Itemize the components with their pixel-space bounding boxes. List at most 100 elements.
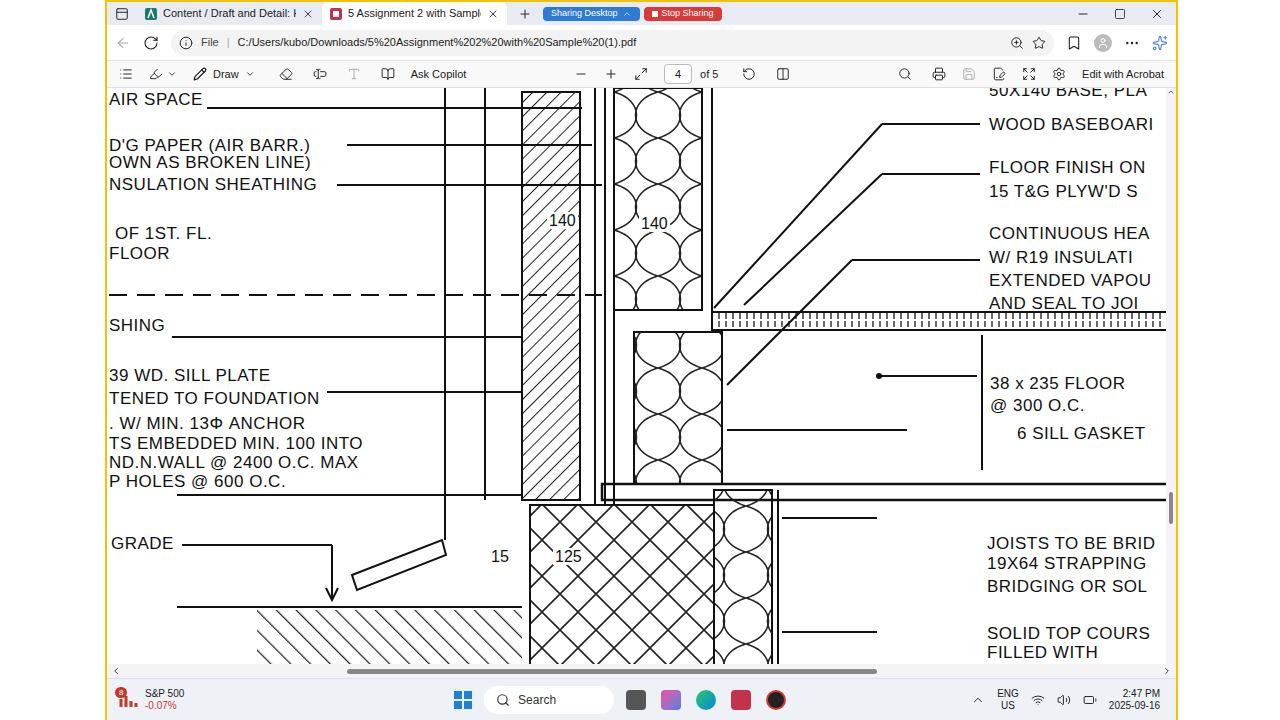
ask-copilot-button[interactable]: Ask Copilot — [411, 66, 467, 83]
zoom-icon[interactable] — [1010, 36, 1024, 50]
drawing-label: SHING — [109, 317, 165, 335]
acrobat-icon[interactable] — [731, 690, 751, 710]
drawing-label: . W/ MIN. 13Φ ANCHOR — [109, 415, 305, 433]
search-box[interactable]: Search — [484, 686, 614, 714]
drawing-label: TS EMBEDDED MIN. 100 INTO — [109, 435, 363, 453]
draw-button[interactable]: Draw — [193, 66, 255, 83]
draw-icon — [193, 67, 207, 81]
eraser-icon[interactable] — [279, 67, 293, 81]
drawing-label: JOISTS TO BE BRID — [987, 535, 1155, 553]
sharing-indicator[interactable]: Sharing Desktop — [543, 7, 640, 21]
battery-icon[interactable] — [1083, 693, 1097, 707]
profile-icon[interactable] — [1094, 34, 1112, 52]
app-icon[interactable] — [626, 690, 646, 710]
volume-icon[interactable] — [1057, 693, 1071, 707]
taskbar: 8S&P 500-0.07% Search ENGUS 2:47 PM2025-09-… — [107, 678, 1176, 720]
fit-page-icon[interactable] — [634, 67, 648, 81]
edge-icon[interactable] — [696, 690, 716, 710]
drawing-label: CONTINUOUS HEA — [989, 225, 1150, 243]
drawing-label: AND SEAL TO JOI — [989, 295, 1139, 313]
drawing-label: TENED TO FOUNDATION — [109, 390, 320, 408]
zoom-in-icon[interactable] — [604, 67, 618, 81]
rotate-icon[interactable] — [742, 67, 756, 81]
notification-badge: 8 — [115, 687, 127, 698]
drawing-label: WOOD BASEBOARI — [989, 116, 1154, 134]
find-icon[interactable] — [898, 67, 912, 81]
pdf-toolbar: Draw Ask Copilot 4 of 5 Edit with Acrobat — [107, 61, 1176, 88]
close-window-icon[interactable] — [1150, 7, 1164, 21]
more-icon[interactable] — [1124, 35, 1140, 51]
drawing-label: FLOOR FINISH ON — [989, 159, 1146, 177]
drawing-label: W/ R19 INSULATI — [989, 249, 1133, 267]
print-icon[interactable] — [932, 67, 946, 81]
drawing-label: D'G PAPER (AIR BARR.) — [109, 137, 310, 155]
site-info-icon[interactable] — [179, 36, 193, 50]
drawing-label: 38 x 235 FLOOR — [990, 375, 1126, 393]
highlight-icon[interactable] — [149, 67, 163, 81]
save-as-icon[interactable] — [992, 67, 1006, 81]
highlight-menu-icon[interactable] — [167, 69, 177, 79]
stock-widget[interactable]: 8S&P 500-0.07% — [119, 688, 269, 712]
save-icon[interactable] — [962, 67, 976, 81]
drawing-label: 39 WD. SILL PLATE — [109, 367, 271, 385]
page-number-field[interactable]: 4 — [664, 64, 692, 84]
drawing-label: 50X140 BASE, PLA — [989, 88, 1147, 100]
new-tab-icon[interactable] — [518, 7, 532, 21]
scroll-up-icon[interactable] — [1167, 88, 1175, 96]
zoom-out-icon[interactable] — [574, 67, 588, 81]
stop-sharing-button[interactable]: Stop Sharing — [644, 7, 722, 21]
tab-bar: Content / Draft and Detail: House5 Assig… — [107, 0, 1176, 25]
dimension-label: 125 — [553, 548, 584, 565]
text-box-icon[interactable] — [313, 67, 327, 81]
read-aloud-icon[interactable] — [381, 67, 395, 81]
back-icon[interactable] — [115, 35, 131, 51]
drawing-label: EXTENDED VAPOU — [989, 272, 1152, 290]
search-icon — [496, 693, 510, 707]
browser-tab[interactable]: 5 Assignment 2 with Sample (1).p — [322, 2, 507, 25]
scroll-right-icon[interactable] — [1162, 666, 1172, 676]
pdf-favicon-icon — [330, 8, 342, 20]
contents-icon[interactable] — [119, 67, 133, 81]
site-favicon-icon — [145, 8, 157, 20]
app-icon[interactable] — [661, 690, 681, 710]
scroll-left-icon[interactable] — [111, 666, 121, 676]
page-view-icon[interactable] — [776, 67, 790, 81]
drawing-label: @ 300 O.C. — [990, 397, 1085, 415]
drawing-label: FILLED WITH — [987, 644, 1098, 662]
dimension-label: 15 — [489, 548, 511, 565]
vertical-scrollbar[interactable] — [1166, 88, 1176, 664]
drawing-label: SOLID TOP COURS — [987, 625, 1150, 643]
page-count: of 5 — [700, 66, 718, 83]
fullscreen-icon[interactable] — [1022, 67, 1036, 81]
drawing-label: FLOOR — [109, 245, 170, 263]
favorites-icon[interactable] — [1066, 35, 1082, 51]
refresh-icon[interactable] — [143, 35, 159, 51]
drawing-label: AIR SPACE — [109, 91, 203, 109]
horizontal-scrollbar[interactable] — [107, 664, 1176, 678]
copilot-icon[interactable] — [1152, 35, 1168, 51]
maximize-icon[interactable] — [1114, 8, 1126, 20]
start-icon[interactable] — [454, 691, 472, 709]
tray-overflow-icon[interactable] — [971, 693, 985, 707]
drawing-label: P HOLES @ 600 O.C. — [109, 473, 286, 491]
app-icon[interactable] — [766, 690, 786, 710]
add-text-icon[interactable] — [347, 67, 361, 81]
drawing-label: BRIDGING OR SOL — [987, 578, 1148, 596]
minimize-icon[interactable] — [1076, 7, 1090, 21]
browser-tab[interactable]: Content / Draft and Detail: House — [137, 2, 322, 25]
settings-icon[interactable] — [1052, 67, 1066, 81]
drawing-label: GRADE — [111, 535, 174, 553]
language-indicator[interactable]: ENGUS — [997, 688, 1019, 712]
pdf-page-view[interactable]: AIR SPACED'G PAPER (AIR BARR.)OWN AS BRO… — [107, 88, 1166, 664]
close-tab-icon[interactable] — [487, 8, 499, 20]
drawing-label: 6 SILL GASKET — [1017, 425, 1146, 443]
draw-menu-icon — [245, 69, 255, 79]
wifi-icon[interactable] — [1031, 693, 1045, 707]
close-tab-icon[interactable] — [302, 8, 314, 20]
clock[interactable]: 2:47 PM2025-09-16 — [1109, 688, 1164, 712]
address-field[interactable]: File|C:/Users/kubo/Downloads/5%20Assignm… — [171, 30, 1054, 56]
edit-with-acrobat-button[interactable]: Edit with Acrobat — [1082, 66, 1164, 83]
dimension-label: 140 — [547, 212, 578, 229]
favorite-icon[interactable] — [1032, 36, 1046, 50]
tab-actions-icon[interactable] — [115, 7, 129, 21]
